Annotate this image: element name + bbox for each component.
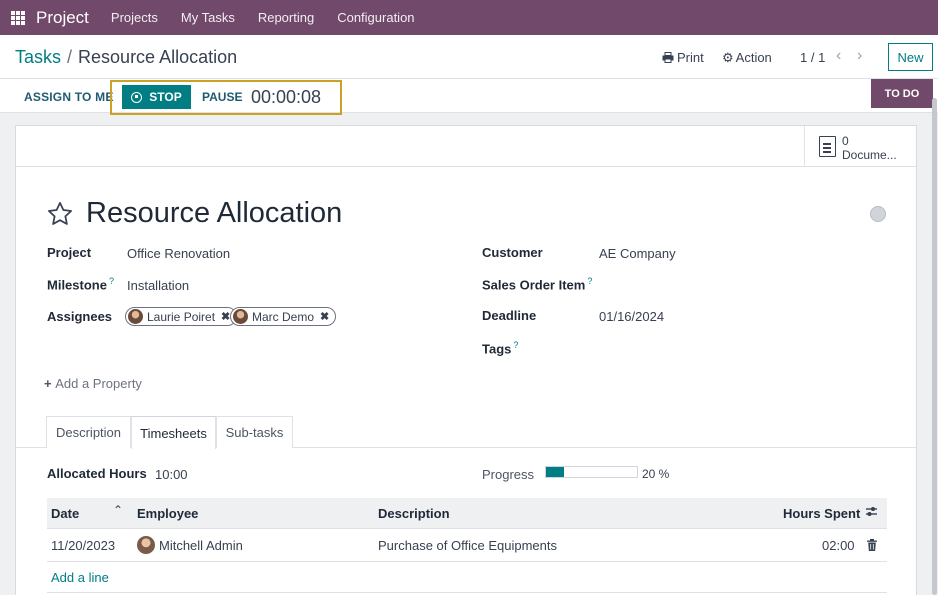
stop-icon [131, 91, 143, 103]
trash-icon[interactable] [867, 539, 877, 551]
print-label: Print [677, 50, 704, 65]
printer-icon [662, 52, 674, 63]
avatar [128, 309, 143, 324]
project-label: Project [47, 245, 92, 260]
apps-menu-icon[interactable] [11, 10, 25, 25]
breadcrumb-tasks-link[interactable]: Tasks [15, 47, 61, 67]
add-property-label: Add a Property [55, 376, 142, 391]
nav-item-projects[interactable]: Projects [111, 10, 158, 25]
sales-order-item-label: Sales Order Item? [482, 276, 592, 292]
avatar [233, 309, 248, 324]
customer-label: Customer [482, 245, 543, 260]
customer-field[interactable]: AE Company [599, 246, 676, 261]
milestone-label-text: Milestone [47, 277, 107, 293]
deadline-label: Deadline [482, 308, 537, 323]
tags-label: Tags? [482, 340, 518, 356]
tab-sub-tasks[interactable]: Sub-tasks [216, 416, 293, 448]
timer-highlight-box: STOP PAUSE 00:00:08 [110, 80, 342, 115]
action-label: Action [735, 50, 772, 65]
status-bar: ASSIGN TO ME STOP PAUSE 00:00:08 TO DO [0, 79, 938, 115]
action-button[interactable]: ⚙ Action [722, 50, 772, 66]
control-panel: Tasks / Resource Allocation Print ⚙ Action … [0, 35, 938, 79]
progress-value: 20 % [642, 467, 670, 481]
row-hours-spent[interactable]: 02:00 [822, 538, 855, 553]
help-marker[interactable]: ? [513, 340, 518, 350]
form-sheet: 0 Docume... Resource Allocation Project … [15, 125, 917, 595]
chevron-right-icon[interactable]: › [857, 47, 862, 65]
optional-columns-icon[interactable] [865, 505, 878, 518]
allocated-hours-label: Allocated Hours [47, 466, 147, 481]
column-header-employee[interactable]: Employee [137, 506, 198, 521]
assignee-tag[interactable]: Marc Demo ✖ [230, 307, 337, 326]
nav-item-my-tasks[interactable]: My Tasks [181, 10, 235, 25]
table-footer-divider [47, 592, 887, 593]
row-description[interactable]: Purchase of Office Equipments [378, 538, 557, 553]
add-property-button[interactable]: + Add a Property [44, 376, 142, 391]
breadcrumb: Tasks / Resource Allocation [15, 47, 237, 68]
plus-icon: + [44, 376, 56, 391]
assignee-tag[interactable]: Laurie Poiret ✖ [125, 307, 238, 326]
notebook-tabs: Description Timesheets Sub-tasks [16, 416, 916, 449]
column-header-description[interactable]: Description [378, 506, 450, 521]
pause-button[interactable]: PAUSE [202, 90, 242, 104]
top-navbar: Project Projects My Tasks Reporting Conf… [0, 0, 938, 35]
timer-display: 00:00:08 [251, 87, 322, 107]
milestone-label: Milestone? [47, 276, 114, 292]
help-marker[interactable]: ? [109, 276, 114, 286]
assignees-label: Assignees [47, 309, 113, 324]
pager-value[interactable]: 1 / 1 [800, 50, 825, 65]
kanban-state-dot[interactable] [870, 206, 886, 222]
row-date[interactable]: 11/20/2023 [51, 538, 115, 553]
documents-label: Docume... [842, 148, 897, 162]
remove-tag-icon[interactable]: ✖ [221, 310, 230, 323]
stop-label: STOP [149, 90, 182, 104]
add-line-button[interactable]: Add a line [51, 570, 109, 585]
gear-icon: ⚙ [722, 50, 734, 65]
breadcrumb-current: Resource Allocation [78, 47, 238, 67]
row-employee[interactable]: Mitchell Admin [159, 538, 243, 553]
help-marker[interactable]: ? [587, 276, 592, 286]
tab-timesheets[interactable]: Timesheets [131, 416, 216, 449]
milestone-field[interactable]: Installation [127, 278, 189, 293]
table-row[interactable]: 11/20/2023 Mitchell Admin Purchase of Of… [47, 529, 887, 562]
document-icon [819, 136, 836, 157]
app-name[interactable]: Project [36, 8, 89, 28]
assignee-name: Laurie Poiret [147, 309, 216, 324]
progress-label: Progress [482, 467, 535, 482]
chevron-left-icon[interactable]: ‹ [836, 47, 841, 65]
progress-fill [546, 467, 565, 477]
task-title[interactable]: Resource Allocation [86, 197, 342, 230]
assign-to-me-button[interactable]: ASSIGN TO ME [24, 90, 114, 104]
print-button[interactable]: Print [662, 50, 704, 65]
new-button[interactable]: New [888, 43, 933, 71]
avatar [137, 536, 155, 554]
stage-todo-button[interactable]: TO DO [871, 79, 933, 108]
allocated-hours-field[interactable]: 10:00 [155, 467, 188, 482]
stop-button[interactable]: STOP [122, 85, 191, 109]
button-box: 0 Docume... [16, 126, 916, 167]
sales-order-item-label-text: Sales Order Item [482, 277, 586, 293]
project-field[interactable]: Office Renovation [127, 246, 230, 261]
assignee-name: Marc Demo [252, 309, 315, 324]
deadline-field[interactable]: 01/16/2024 [599, 309, 664, 324]
column-header-date[interactable]: Date [51, 506, 79, 521]
tab-description[interactable]: Description [46, 416, 131, 448]
sort-ascending-icon[interactable]: ⌃ [113, 503, 123, 517]
column-header-hours-spent[interactable]: Hours Spent [783, 506, 860, 521]
nav-item-configuration[interactable]: Configuration [337, 10, 414, 25]
nav-item-reporting[interactable]: Reporting [258, 10, 314, 25]
documents-smart-button[interactable]: 0 Docume... [804, 126, 916, 167]
timesheet-table-header: Date ⌃ Employee Description Hours Spent [47, 498, 887, 529]
star-icon[interactable] [46, 200, 74, 228]
remove-tag-icon[interactable]: ✖ [320, 310, 329, 323]
scrollbar-thumb[interactable] [932, 98, 937, 595]
breadcrumb-separator: / [67, 47, 73, 67]
progress-bar [545, 466, 638, 478]
documents-count: 0 [842, 134, 849, 148]
tags-label-text: Tags [482, 341, 512, 357]
